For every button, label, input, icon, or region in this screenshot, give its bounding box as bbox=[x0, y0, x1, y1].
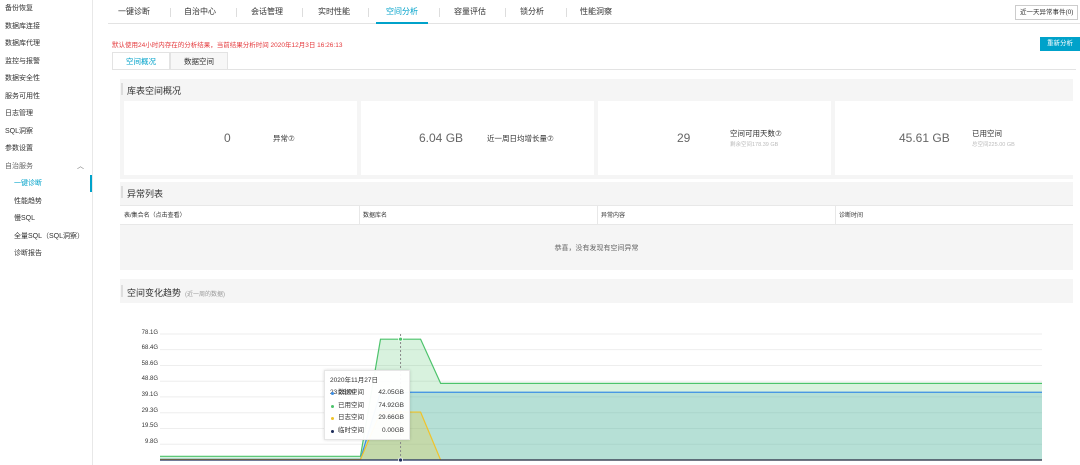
tooltip-series-name: 数据空间 bbox=[338, 389, 364, 396]
tooltip-series-name: 日志空间 bbox=[338, 414, 364, 421]
legend-dot-icon bbox=[331, 429, 334, 433]
tooltip-series-name: 临时空间 bbox=[338, 426, 364, 434]
tooltip-row-used-space: 已用空间 74.92GB bbox=[330, 400, 404, 413]
tooltip-row-log-space: 日志空间 29.66GB bbox=[330, 412, 404, 425]
tooltip-series-value: 42.05GB bbox=[378, 389, 404, 396]
tooltip-row-data-space: 数据空间 42.05GB bbox=[330, 387, 404, 400]
space-analysis-page: { "sidebar": { "items": [ {"label": "备份恢… bbox=[0, 0, 1080, 465]
tooltip-row-temp-space: 临时空间 0.00GB bbox=[330, 425, 404, 438]
tooltip-time: 2020年11月27日 23:25:00 bbox=[330, 377, 378, 396]
chart-series bbox=[160, 338, 1042, 461]
series-area bbox=[160, 392, 1042, 460]
legend-dot-icon bbox=[331, 392, 334, 395]
data-point bbox=[398, 336, 403, 342]
legend-dot-icon bbox=[331, 417, 334, 420]
legend-dot-icon bbox=[331, 404, 334, 408]
tooltip-series-value: 29.66GB bbox=[378, 414, 404, 421]
data-point bbox=[398, 457, 403, 463]
space-trend-chart[interactable] bbox=[0, 0, 1080, 465]
tooltip-series-name: 已用空间 bbox=[338, 401, 364, 409]
tooltip-series-value: 0.00GB bbox=[381, 426, 404, 434]
tooltip-series-value: 74.92GB bbox=[378, 401, 404, 409]
chart-tooltip: 2020年11月27日 23:25:00 数据空间 42.05GB 已用空间 7… bbox=[324, 370, 410, 440]
